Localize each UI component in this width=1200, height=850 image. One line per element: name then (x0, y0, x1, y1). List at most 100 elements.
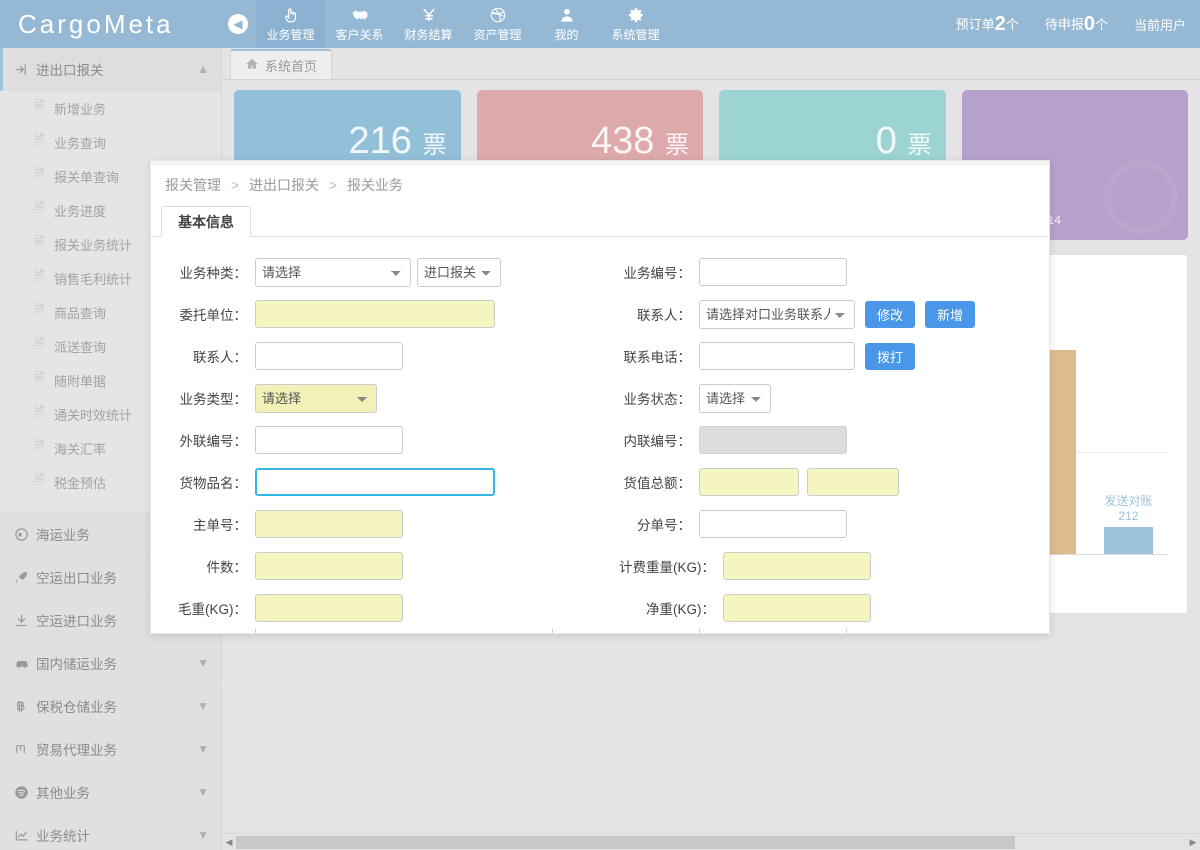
triangle-left-icon[interactable]: ◀ (222, 837, 236, 848)
chargeable-weight-input[interactable] (723, 552, 872, 580)
partial-left-input[interactable] (255, 629, 553, 633)
client-company-input[interactable] (255, 300, 495, 328)
breadcrumb-item-declaration-management[interactable]: 报关管理 (165, 177, 221, 193)
breadcrumb-item-import-export-declaration[interactable]: 进出口报关 (249, 177, 319, 193)
nav-item-label: 业务管理 (266, 28, 315, 42)
field-label: 货物品名： (179, 476, 248, 491)
business-status-select[interactable]: 请选择 (699, 383, 772, 413)
sidebar-group-business-statistics[interactable]: 业务统计 ▼ (0, 814, 221, 850)
nav-item-business-management[interactable]: 业务管理 (256, 0, 325, 48)
master-bill-number-input[interactable] (255, 510, 403, 538)
user-icon (559, 5, 575, 24)
scrollbar-track[interactable] (236, 835, 1186, 849)
form-row-piece-count: 件数： 计费重量(KG)： (151, 545, 1049, 587)
nav-item-system-management[interactable]: 系统管理 (601, 0, 670, 48)
sidebar-item-label: 商品查询 (54, 305, 107, 321)
file-icon: 🖹 (34, 166, 45, 181)
dial-button[interactable]: 拨打 (865, 342, 916, 370)
business-category-type-select[interactable]: 进口报关 (417, 257, 501, 287)
sidebar-item-label: 通关时效统计 (54, 407, 133, 423)
field-label: 业务编号： (623, 266, 692, 281)
line-chart-icon (14, 828, 36, 843)
ship-icon (14, 527, 36, 542)
sidebar-group-label: 空运出口业务 (36, 571, 117, 586)
tab-basic-info[interactable]: 基本信息 (161, 206, 251, 237)
sidebar-item-label: 销售毛利统计 (54, 271, 133, 287)
card-value: 216 票 (348, 120, 447, 162)
card-value: 438 票 (591, 120, 689, 162)
truck-icon (14, 656, 36, 671)
business-type-select[interactable]: 请选择 (255, 383, 377, 413)
sidebar-collapse-button[interactable]: ◀ (220, 0, 256, 48)
file-icon: 🖹 (34, 200, 45, 215)
business-category-select[interactable]: 请选择 (255, 257, 411, 287)
dribbble-icon (489, 5, 507, 24)
house-bill-number-input[interactable] (699, 510, 848, 538)
file-icon: 🖹 (34, 234, 45, 249)
external-number-input[interactable] (255, 426, 403, 454)
sidebar-group-other-business[interactable]: 其他业务 ▼ (0, 771, 221, 814)
internal-number-input (699, 426, 848, 454)
sidebar-group-label: 保税仓储业务 (36, 700, 117, 715)
nav-item-mine[interactable]: 我的 (532, 0, 601, 48)
field-label: 净重(KG)： (646, 602, 716, 617)
edit-contact-button[interactable]: 修改 (865, 300, 916, 328)
field-label: 联系人： (637, 308, 692, 323)
sidebar-group-bonded-warehouse[interactable]: 保税仓储业务 ▼ (0, 685, 221, 728)
table-row[interactable] (1103, 526, 1154, 554)
file-icon: 🖹 (34, 404, 45, 419)
net-weight-input[interactable] (723, 594, 872, 622)
current-user-label: 当前用户 (1133, 17, 1186, 33)
sidebar-group-label: 国内储运业务 (36, 657, 117, 672)
nav-item-label: 我的 (554, 28, 579, 42)
field-label: 联系人： (193, 350, 247, 365)
file-icon: 🖹 (34, 132, 45, 147)
field-label: 分单号： (637, 518, 692, 533)
form-field-contact-person-select: 联系人： 请选择对口业务联系人 修改 新增 (595, 299, 1049, 329)
add-contact-button[interactable]: 新增 (925, 300, 976, 328)
piece-count-input[interactable] (255, 552, 403, 580)
field-label: 业务状态： (623, 392, 692, 407)
chevron-left-icon: ◀ (228, 14, 248, 34)
horizontal-scrollbar[interactable]: ◀ ▶ (222, 833, 1200, 850)
total-value-amount-input[interactable] (699, 468, 800, 496)
tab-label: 基本信息 (178, 213, 234, 230)
sidebar-item-new-business[interactable]: 🖹 新增业务 (0, 91, 221, 125)
nav-item-customer-relations[interactable]: 客户关系 (325, 0, 394, 48)
top-navigation-bar: CargoMeta ◀ 业务管理 客户关系 财务结算 资产管理 我的 系统管理 … (0, 0, 1200, 48)
gross-weight-input[interactable] (255, 594, 403, 622)
yen-icon (420, 5, 438, 24)
download-icon (14, 613, 36, 628)
form-field-client-company: 委托单位： (151, 300, 595, 328)
sidebar-item-label: 业务查询 (54, 135, 107, 151)
partial-right-input[interactable] (699, 629, 848, 633)
sidebar-item-label: 业务进度 (54, 203, 107, 219)
sidebar-group-trade-agency[interactable]: 贸易代理业务 ▼ (0, 728, 221, 771)
triangle-right-icon[interactable]: ▶ (1186, 837, 1200, 848)
sidebar-item-label: 随附单据 (54, 373, 107, 389)
sidebar-group-domestic-storage-transport[interactable]: 国内储运业务 ▼ (0, 642, 221, 685)
form-row-client-company: 委托单位： 联系人： 请选择对口业务联系人 修改 新增 (151, 293, 1049, 335)
sidebar-group-label: 进出口报关 (36, 63, 104, 78)
chevron-down-icon: ▼ (197, 785, 209, 799)
contact-person-select[interactable]: 请选择对口业务联系人 (699, 299, 856, 329)
tab-system-home[interactable]: 系统首页 (230, 49, 333, 79)
gear-icon (627, 5, 645, 24)
contact-phone-input[interactable] (699, 342, 856, 370)
nav-item-asset-management[interactable]: 资产管理 (463, 0, 532, 48)
contact-person-input[interactable] (255, 342, 403, 370)
form-field-business-type: 业务类型： 请选择 (151, 383, 595, 413)
sidebar-group-label: 空运进口业务 (36, 614, 117, 629)
form-field-master-bill-number: 主单号： (151, 510, 595, 538)
sidebar-item-business-query[interactable]: 🖹 业务查询 (0, 125, 221, 159)
file-icon: 🖹 (34, 302, 45, 317)
total-value-currency-input[interactable] (807, 468, 900, 496)
breadcrumb-item-declaration-business[interactable]: 报关业务 (347, 177, 403, 193)
goods-name-input[interactable] (255, 468, 495, 496)
sidebar-group-import-export-declaration[interactable]: 进出口报关 ▲ (0, 48, 221, 91)
nav-item-finance-settlement[interactable]: 财务结算 (394, 0, 463, 48)
business-number-input[interactable] (699, 258, 848, 286)
scrollbar-thumb[interactable] (236, 835, 1015, 849)
sidebar-item-label: 新增业务 (54, 101, 107, 117)
form-field-chargeable-weight: 计费重量(KG)： (595, 552, 1049, 580)
